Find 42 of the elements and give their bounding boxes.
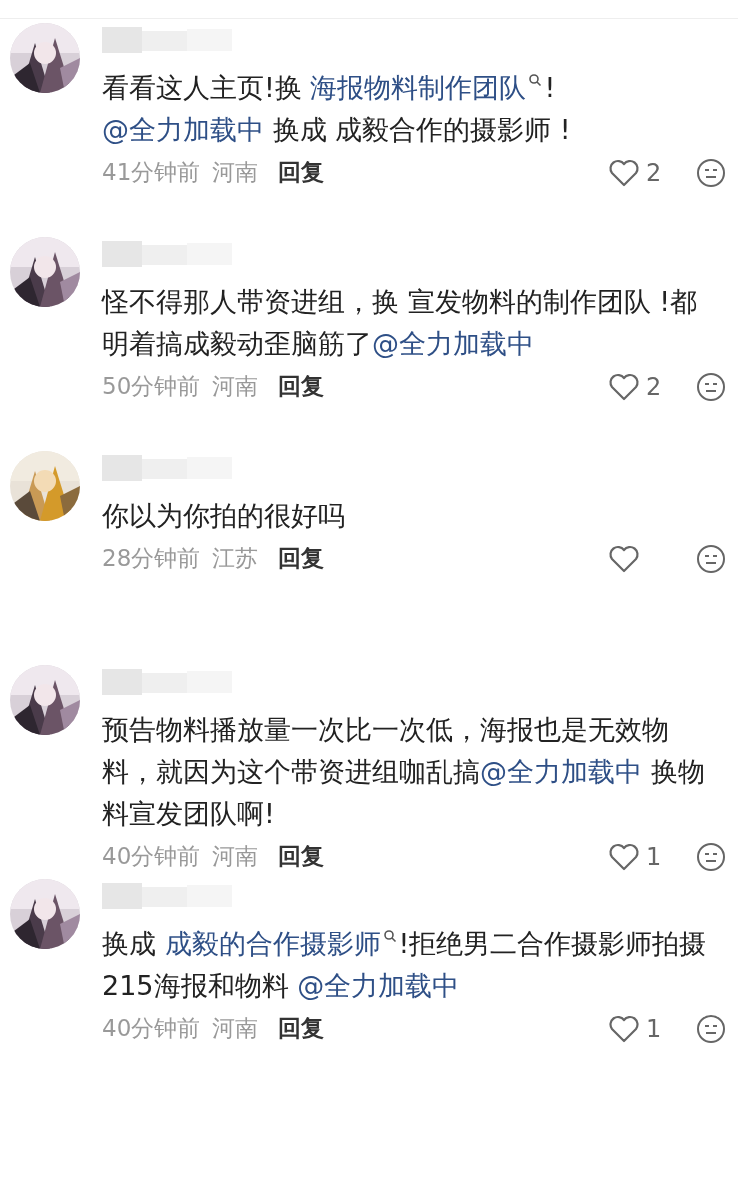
like-count: 2 [646,158,662,187]
emoji-icon[interactable] [696,157,726,188]
mention-link[interactable]: @全力加载中 [102,114,264,145]
comment-text: 你以为你拍的很好吗 [102,499,346,533]
topic-link[interactable]: 成毅的合作摄影师 [164,928,399,959]
comment-time: 40分钟前 [102,1014,201,1043]
reply-link[interactable]: 回复 [278,371,325,402]
comment-text: 预告物料播放量一次比一次低，海报也是无效物料，就因为这个带资进组咖乱搞@全力加载中 换物料宣发团队啊! [102,713,706,831]
mention-link[interactable]: @全力加载中 [480,756,642,787]
reply-link[interactable]: 回复 [278,157,325,188]
comment-time: 41分钟前 [102,158,201,187]
comment-time: 28分钟前 [102,544,201,573]
comment-time: 50分钟前 [102,372,201,401]
like-count: 1 [646,1014,662,1043]
mention-link[interactable]: @全力加载中 [372,328,534,359]
comment-location: 河南 [212,372,259,401]
reply-link[interactable]: 回复 [278,841,325,872]
emoji-icon[interactable] [696,1013,726,1044]
comment-text: 看看这人主页!换 海报物料制作团队 ! @全力加载中 换成 成毅合作的摄影师 ! [102,71,572,147]
heart-icon[interactable] [608,1014,640,1043]
emoji-icon[interactable] [696,371,726,402]
comment-text: 怪不得那人带资进组，换 宣发物料的制作团队 !都明着搞成毅动歪脑筋了@全力加载中 [102,285,698,361]
emoji-icon[interactable] [696,543,726,574]
comment-location: 河南 [212,1014,259,1043]
comment-time: 40分钟前 [102,842,201,871]
reply-link[interactable]: 回复 [278,1013,325,1044]
comment-location: 河南 [212,842,259,871]
mention-link[interactable]: @全力加载中 [297,970,460,1001]
topic-link[interactable]: 海报物料制作团队 [310,72,545,103]
heart-icon[interactable] [608,372,640,401]
like-count: 1 [646,842,662,871]
comment-text: 换成 成毅的合作摄影师 !拒绝男二合作摄影师拍摄 215海报和物料 @全力加载中 [102,927,708,1003]
heart-icon[interactable] [608,158,640,187]
comment-location: 江苏 [212,544,259,573]
reply-link[interactable]: 回复 [278,543,325,574]
heart-icon[interactable] [608,544,640,573]
heart-icon[interactable] [608,842,640,871]
search-icon [528,73,543,87]
like-count: 2 [646,372,662,401]
comment-location: 河南 [212,158,259,187]
emoji-icon[interactable] [696,841,726,872]
search-icon [382,929,397,943]
